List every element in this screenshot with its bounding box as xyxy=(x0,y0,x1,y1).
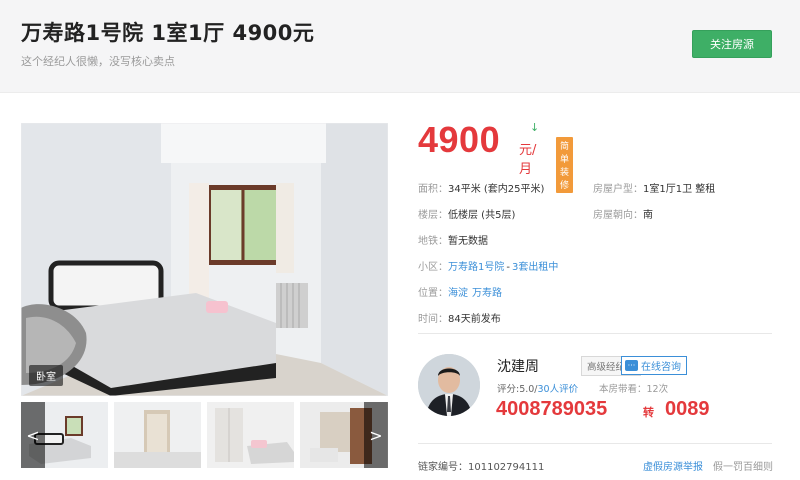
rating-count-link[interactable]: 30人评价 xyxy=(538,384,579,395)
divider xyxy=(418,443,772,444)
decoration-tag: 简单装修 xyxy=(556,137,574,193)
agent-phone: 4008789035 xyxy=(496,398,608,420)
report-fake-listing-link[interactable]: 虚假房源举报 xyxy=(643,458,703,473)
info-value: 34平米 (套内25平米) xyxy=(448,184,545,195)
thumbnail[interactable] xyxy=(207,402,294,468)
info-area: 面积：34平米 (套内25平米) xyxy=(418,180,544,195)
thumbnail-prev-button[interactable]: < xyxy=(21,402,45,468)
agent-visit-count: 本房带看：12次 xyxy=(599,384,669,395)
info-value: 南 xyxy=(643,210,653,221)
agent-name[interactable]: 沈建周 xyxy=(497,356,539,376)
info-layout: 房屋户型：1室1厅1卫 整租 xyxy=(593,180,715,195)
info-value: 暂无数据 xyxy=(448,236,488,247)
chat-icon: ··· xyxy=(625,360,638,371)
rent-price-unit: 元/月 xyxy=(519,143,537,177)
info-community: 小区：万寿路1号院 -3套出租中 xyxy=(418,258,558,273)
divider xyxy=(418,333,772,334)
community-link[interactable]: 万寿路1号院 xyxy=(448,262,504,273)
page-subtitle: 这个经纪人很懒，没写核心卖点 xyxy=(21,55,175,68)
thumbnail[interactable] xyxy=(114,402,201,468)
info-label: 面积： xyxy=(418,184,448,195)
page-header: 万寿路1号院 1室1厅 4900元 这个经纪人很懒，没写核心卖点 关注房源 xyxy=(0,0,800,93)
agent-rating: 评分:5.0/30人评价 xyxy=(497,381,578,395)
info-floor: 楼层：低楼层 (共5层) xyxy=(418,206,515,221)
area-link[interactable]: 万寿路 xyxy=(472,288,502,299)
district-link[interactable]: 海淀 xyxy=(448,288,468,299)
phone-extension-separator: 转 xyxy=(643,406,654,419)
info-label: 房屋户型： xyxy=(593,184,643,195)
room-type-label: 卧室 xyxy=(29,365,63,386)
agent-portrait xyxy=(418,354,480,416)
info-orientation: 房屋朝向：南 xyxy=(593,206,653,221)
info-value: 1室1厅1卫 整租 xyxy=(643,184,716,195)
rating-score: 评分:5.0/ xyxy=(497,384,538,395)
online-consult-button[interactable]: ··· 在线咨询 xyxy=(621,356,687,375)
page-title: 万寿路1号院 1室1厅 4900元 xyxy=(21,21,315,45)
info-label: 楼层： xyxy=(418,210,448,221)
info-subway: 地铁：暂无数据 xyxy=(418,232,488,247)
info-label: 位置： xyxy=(418,288,448,299)
info-label: 时间： xyxy=(418,314,448,325)
agent-avatar[interactable] xyxy=(418,354,480,416)
info-label: 地铁： xyxy=(418,236,448,247)
thumbnail-image xyxy=(207,402,294,468)
follow-listing-button[interactable]: 关注房源 xyxy=(692,30,772,58)
listing-id: 链家编号：101102794111 xyxy=(418,462,545,473)
info-time: 时间：84天前发布 xyxy=(418,310,501,325)
price-down-icon: ↓ xyxy=(530,121,540,134)
info-label: 小区： xyxy=(418,262,448,273)
agent-phone-extension: 0089 xyxy=(665,398,710,420)
info-location: 位置：海淀 万寿路 xyxy=(418,284,502,299)
rent-price: 4900 xyxy=(418,119,501,160)
bedroom-photo-illustration xyxy=(21,123,388,396)
thumbnail-next-button[interactable]: > xyxy=(364,402,388,468)
thumbnail-strip: < > xyxy=(21,402,388,468)
online-consult-label: 在线咨询 xyxy=(641,362,681,373)
info-separator: - xyxy=(506,262,510,273)
thumbnail-image xyxy=(114,402,201,468)
info-value: 低楼层 (共5层) xyxy=(448,210,516,221)
main-room-photo[interactable]: 卧室 xyxy=(21,123,388,396)
info-value: 84天前发布 xyxy=(448,314,501,325)
info-label: 房屋朝向： xyxy=(593,210,643,221)
community-rentals-link[interactable]: 3套出租中 xyxy=(512,262,558,273)
compensation-rules-link[interactable]: 假一罚百细则 xyxy=(713,458,773,473)
